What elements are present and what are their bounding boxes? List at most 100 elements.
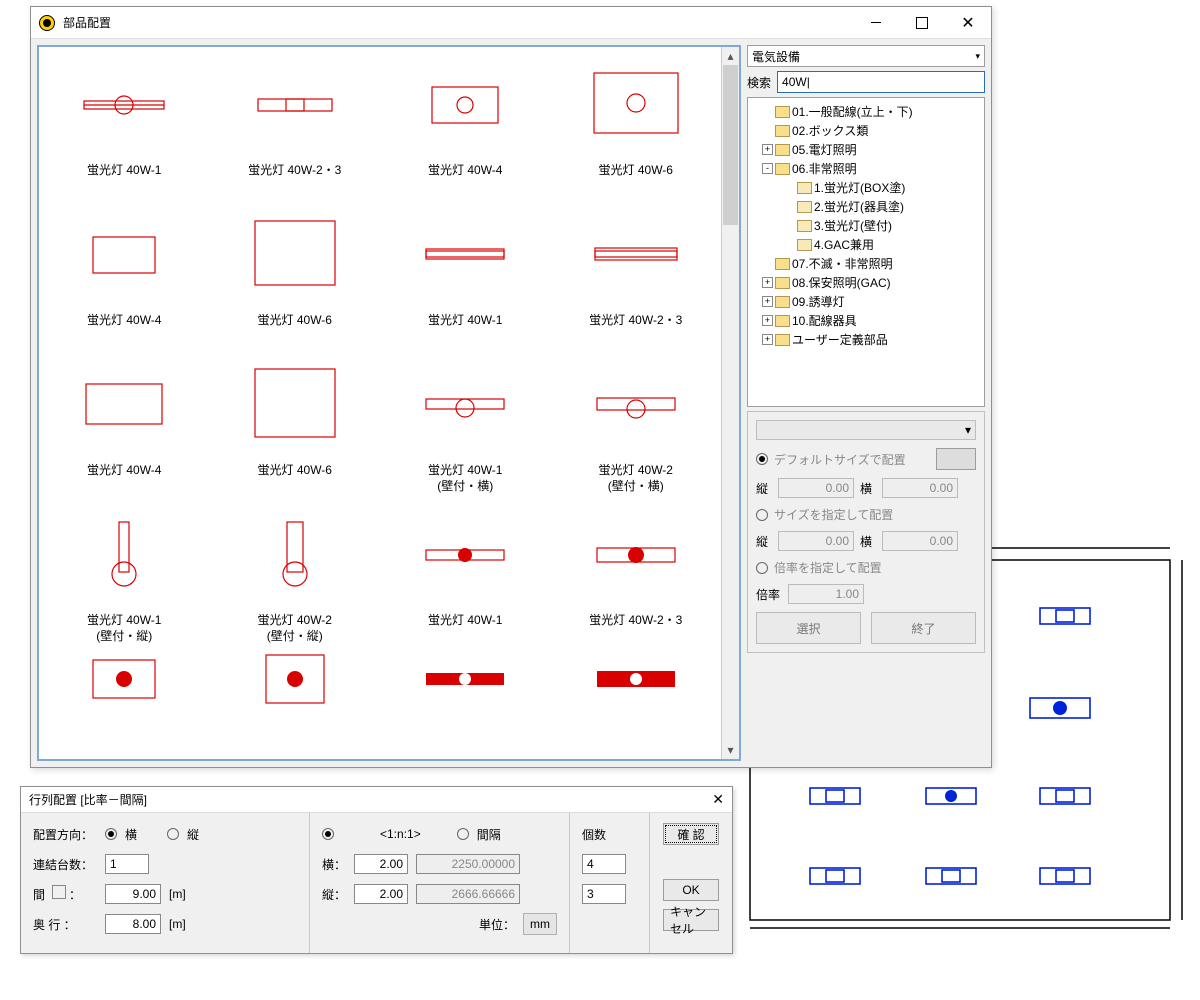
palette-item[interactable]: 蛍光灯 40W-4 <box>380 47 551 197</box>
folder-icon <box>775 334 790 346</box>
titlebar[interactable]: 部品配置 ✕ <box>31 7 991 39</box>
palette-item[interactable]: 蛍光灯 40W-4 <box>39 347 210 497</box>
folder-icon <box>775 277 790 289</box>
select-button[interactable]: 選択 <box>756 612 861 644</box>
palette-scrollbar[interactable]: ▴ ▾ <box>721 47 739 759</box>
tree-node[interactable]: +10.配線器具 <box>750 311 982 330</box>
close-button[interactable]: ✕ <box>945 8 991 38</box>
palette-item[interactable] <box>380 647 551 717</box>
quantity-group: 個数 <box>569 813 649 953</box>
folder-icon <box>797 239 812 251</box>
radio-gap[interactable] <box>457 828 469 840</box>
calc-v-output <box>416 884 520 904</box>
qty-v-input[interactable] <box>582 884 626 904</box>
folder-icon <box>775 296 790 308</box>
scroll-down-icon[interactable]: ▾ <box>722 741 739 759</box>
tree-node-label: 08.保安照明(GAC) <box>792 274 891 291</box>
palette-item[interactable]: 蛍光灯 40W-1 <box>380 197 551 347</box>
palette-item[interactable]: 蛍光灯 40W-2(壁付・横) <box>551 347 722 497</box>
chevron-down-icon: ▾ <box>975 51 980 62</box>
unit-button[interactable]: mm <box>523 913 557 935</box>
right-panel: 電気設備▾ 検索 01.一般配線(立上・下)02.ボックス類+05.電灯照明-0… <box>747 45 985 761</box>
palette-item[interactable] <box>39 647 210 717</box>
palette-item[interactable]: 蛍光灯 40W-2・3 <box>551 197 722 347</box>
tree-node[interactable]: 2.蛍光灯(器具塗) <box>750 197 982 216</box>
tree-node[interactable]: 4.GAC兼用 <box>750 235 982 254</box>
app-icon <box>39 15 55 31</box>
radio-custom-size[interactable] <box>756 509 768 521</box>
radio-vertical[interactable] <box>167 828 179 840</box>
expand-icon[interactable]: + <box>762 315 773 326</box>
matrix-placement-window: 行列配置 [比率－間隔] ✕ 配置方向： 横 縦 連結台数： 間 ： [m] 奥… <box>20 786 733 954</box>
minimize-button[interactable] <box>853 8 899 38</box>
scroll-up-icon[interactable]: ▴ <box>722 47 739 65</box>
palette-item[interactable]: 蛍光灯 40W-1 <box>39 47 210 197</box>
collapse-icon[interactable]: - <box>762 163 773 174</box>
palette-item[interactable]: 蛍光灯 40W-2・3 <box>210 47 381 197</box>
tree-node[interactable]: 1.蛍光灯(BOX塗) <box>750 178 982 197</box>
expand-icon[interactable]: + <box>762 144 773 155</box>
folder-icon <box>775 258 790 270</box>
expand-icon[interactable]: + <box>762 277 773 288</box>
tree-spacer <box>784 239 795 250</box>
calc-h-output <box>416 854 520 874</box>
tree-node[interactable]: +09.誘導灯 <box>750 292 982 311</box>
palette-item[interactable]: 蛍光灯 40W-2・3 <box>551 497 722 647</box>
radio-scale[interactable] <box>756 562 768 574</box>
ratio-h-input[interactable] <box>354 854 408 874</box>
tree-node[interactable]: +05.電灯照明 <box>750 140 982 159</box>
folder-icon <box>797 182 812 194</box>
tree-node-label: 2.蛍光灯(器具塗) <box>814 198 904 215</box>
tree-node-label: 10.配線器具 <box>792 312 857 329</box>
palette-item[interactable] <box>210 647 381 717</box>
confirm-button[interactable]: 確 認 <box>663 823 719 845</box>
radio-horizontal[interactable] <box>105 828 117 840</box>
disabled-select: ▾ <box>756 420 976 440</box>
close-button[interactable]: ✕ <box>712 791 724 808</box>
category-tree[interactable]: 01.一般配線(立上・下)02.ボックス類+05.電灯照明-06.非常照明1.蛍… <box>747 97 985 407</box>
palette-item[interactable]: 蛍光灯 40W-4 <box>39 197 210 347</box>
cancel-button[interactable]: キャンセル <box>663 909 719 931</box>
ratio-v-input[interactable] <box>354 884 408 904</box>
maximize-button[interactable] <box>899 8 945 38</box>
tree-node[interactable]: -06.非常照明 <box>750 159 982 178</box>
folder-icon <box>775 163 790 175</box>
expand-icon[interactable]: + <box>762 296 773 307</box>
tree-node[interactable]: 07.不滅・非常照明 <box>750 254 982 273</box>
depth-input[interactable] <box>105 914 161 934</box>
tree-node-label: 1.蛍光灯(BOX塗) <box>814 179 905 196</box>
palette-item[interactable]: 蛍光灯 40W-6 <box>210 197 381 347</box>
span-unit-box[interactable] <box>52 885 66 899</box>
span-input[interactable] <box>105 884 161 904</box>
qty-h-input[interactable] <box>582 854 626 874</box>
exit-button[interactable]: 終了 <box>871 612 976 644</box>
radio-ratio[interactable] <box>322 828 334 840</box>
default-v-input <box>778 478 854 498</box>
tree-node[interactable]: +ユーザー定義部品 <box>750 330 982 349</box>
link-count-input[interactable] <box>105 854 149 874</box>
default-button[interactable] <box>936 448 976 470</box>
radio-default-size[interactable] <box>756 453 768 465</box>
tree-spacer <box>762 258 773 269</box>
tree-spacer <box>784 220 795 231</box>
palette-item[interactable] <box>551 647 722 717</box>
palette-item[interactable]: 蛍光灯 40W-6 <box>210 347 381 497</box>
window-title: 行列配置 [比率－間隔] <box>29 791 712 808</box>
ratio-group: <1:n:1> 間隔 横： 縦： 単位： mm <box>309 813 569 953</box>
palette-item[interactable]: 蛍光灯 40W-1 <box>380 497 551 647</box>
palette-item[interactable]: 蛍光灯 40W-6 <box>551 47 722 197</box>
scroll-thumb[interactable] <box>723 65 738 225</box>
tree-node[interactable]: 02.ボックス類 <box>750 121 982 140</box>
tree-node[interactable]: 3.蛍光灯(壁付) <box>750 216 982 235</box>
search-input[interactable] <box>777 71 985 93</box>
tree-node-label: 02.ボックス類 <box>792 122 868 139</box>
palette-item[interactable]: 蛍光灯 40W-1(壁付・横) <box>380 347 551 497</box>
tree-node[interactable]: 01.一般配線(立上・下) <box>750 102 982 121</box>
palette-item[interactable]: 蛍光灯 40W-2(壁付・縦) <box>210 497 381 647</box>
tree-node[interactable]: +08.保安照明(GAC) <box>750 273 982 292</box>
titlebar[interactable]: 行列配置 [比率－間隔] ✕ <box>21 787 732 813</box>
ok-button[interactable]: OK <box>663 879 719 901</box>
expand-icon[interactable]: + <box>762 334 773 345</box>
palette-item[interactable]: 蛍光灯 40W-1(壁付・縦) <box>39 497 210 647</box>
category-select[interactable]: 電気設備▾ <box>747 45 985 67</box>
